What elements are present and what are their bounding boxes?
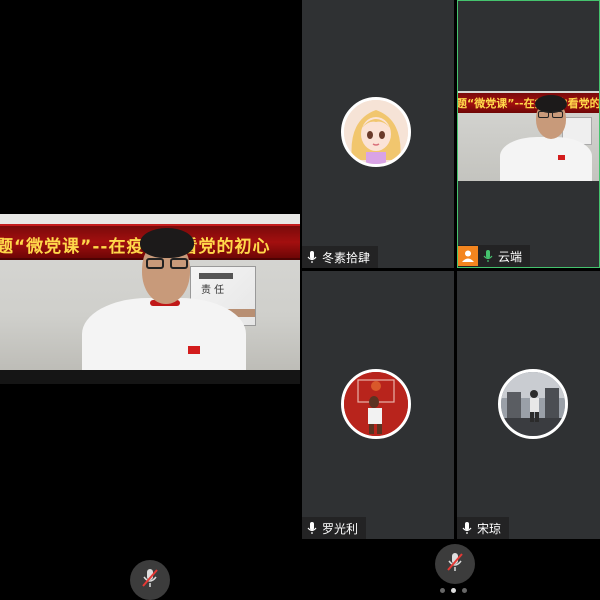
mic-muted-icon (445, 551, 465, 577)
desk (0, 370, 300, 384)
participant-name-tag: 宋琼 (457, 517, 510, 539)
participant-name: 云端 (498, 249, 523, 264)
mic-icon (306, 250, 318, 264)
mic-icon (461, 521, 473, 535)
mic-icon (306, 521, 318, 535)
basketball-player-avatar (341, 369, 411, 439)
page-indicator[interactable] (440, 588, 467, 593)
cartoon-girl-avatar (341, 97, 411, 167)
participant-name: 冬素拾肆 (322, 250, 371, 265)
participant-name: 罗光利 (322, 521, 359, 536)
participant-video: 题“微党课”--在疫情中看党的初心 (458, 91, 599, 181)
participant-name: 宋琼 (477, 521, 502, 536)
participant-name-tag: 罗光利 (302, 517, 367, 539)
page-dot-current[interactable] (451, 588, 456, 593)
main-speaker-video[interactable]: 题“微党课”--在疫情中看党的初心 责 任 (0, 214, 300, 384)
participant-name-tag: 云端 (458, 245, 531, 267)
video-conference-screen: 题“微党课”--在疫情中看党的初心 责 任 冬素拾肆 题“微党课”--在 看党 … (0, 0, 600, 600)
participant-tile-4[interactable]: 宋琼 (457, 271, 600, 539)
mic-muted-icon (140, 567, 160, 593)
page-dot[interactable] (462, 588, 467, 593)
person-photo-avatar (498, 369, 568, 439)
participant-tile-3[interactable]: 罗光利 (302, 271, 454, 539)
participant-name-tag: 冬素拾肆 (302, 246, 379, 268)
mute-button-right[interactable] (435, 544, 475, 584)
banner-text: 题“微党课”--在疫情中看党的初心 (458, 97, 599, 110)
participant-tile-1[interactable]: 冬素拾肆 (302, 0, 454, 268)
mute-button-left[interactable] (130, 560, 170, 600)
host-icon (458, 246, 478, 266)
mic-active-icon (482, 249, 494, 263)
participant-tile-2[interactable]: 题“微党课”--在疫情中看党的初心 云端 (457, 0, 600, 268)
speaker-figure (0, 214, 300, 384)
page-dot[interactable] (440, 588, 445, 593)
